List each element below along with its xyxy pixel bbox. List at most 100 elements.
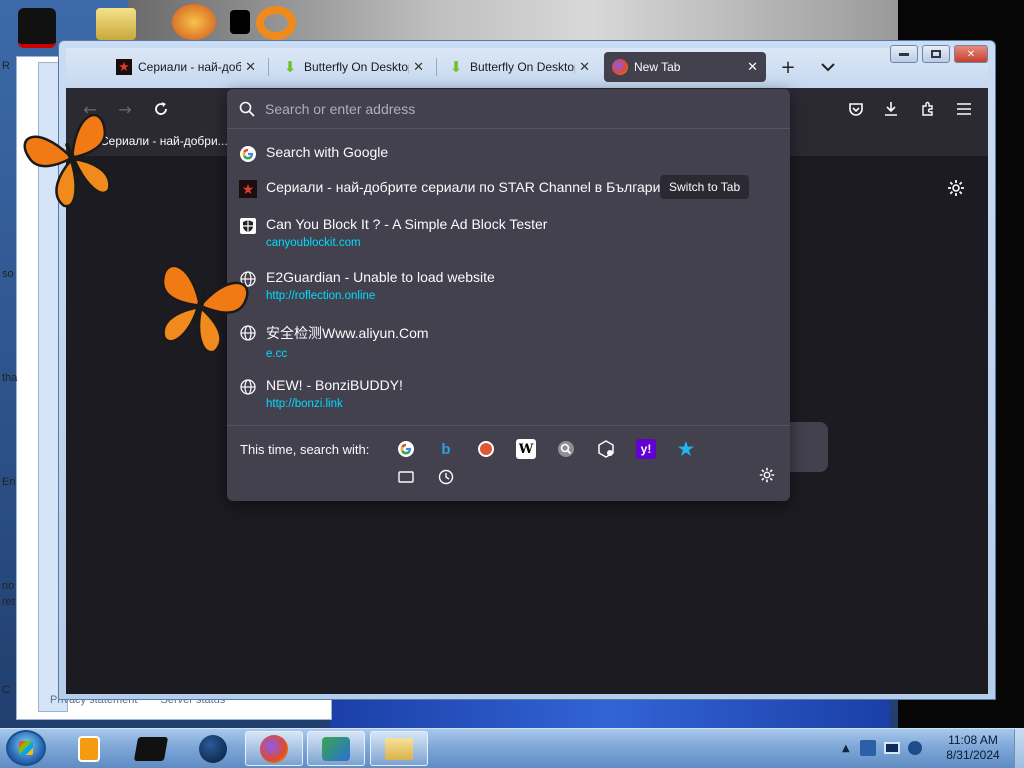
desktop-icon-black-square[interactable] — [230, 10, 250, 34]
puzzle-icon — [922, 101, 933, 116]
close-window-button[interactable]: ✕ — [954, 45, 988, 63]
engine-search-button[interactable] — [556, 439, 576, 459]
desktop-icon-black-device[interactable] — [18, 8, 56, 48]
desktop-icon-folder[interactable] — [96, 8, 136, 40]
result-bonzibuddy[interactable]: NEW! - BonziBUDDY! http://bonzi.link — [227, 377, 790, 410]
taskbar-firefox[interactable] — [245, 731, 303, 766]
yahoo-icon: y! — [640, 442, 652, 456]
engine-wikipedia-button[interactable]: W — [516, 439, 536, 459]
reload-icon — [155, 102, 167, 115]
tab-close-icon[interactable]: ✕ — [579, 59, 590, 75]
media-player-icon — [78, 735, 100, 762]
result-url: http://roflection.online — [266, 290, 376, 302]
result-title: Can You Block It ? - A Simple Ad Block T… — [266, 216, 548, 232]
urlbar-input[interactable] — [265, 100, 745, 117]
tab-seriali[interactable]: ★ Сериали - най-добр ✕ — [108, 52, 264, 82]
star-channel-icon: ★ — [239, 180, 257, 198]
tab-close-icon[interactable]: ✕ — [747, 59, 758, 75]
wikipedia-icon: W — [518, 441, 534, 457]
globe-app-icon — [199, 734, 227, 763]
bing-icon: b — [441, 440, 451, 458]
clock-date: 8/31/2024 — [946, 748, 1000, 762]
tab-butterfly-1[interactable]: ⬇ Butterfly On Desktop ✕ — [274, 52, 432, 82]
pocket-icon — [849, 103, 863, 116]
star-channel-icon: ★ — [116, 59, 132, 75]
start-button[interactable] — [6, 730, 46, 766]
taskbar-clock[interactable]: 11:08 AM 8/31/2024 — [936, 733, 1010, 763]
tab-close-icon[interactable]: ✕ — [413, 59, 424, 75]
edge-text: En — [2, 476, 16, 488]
engine-bing-button[interactable]: b — [436, 439, 456, 459]
result-title: E2Guardian - Unable to load website — [266, 269, 495, 285]
show-desktop-button[interactable] — [1014, 729, 1024, 768]
edge-text: ret — [2, 596, 15, 608]
taskbar-globe-app[interactable] — [184, 731, 242, 766]
taskbar-explorer[interactable] — [370, 731, 428, 766]
desktop-icon-orange-ring[interactable] — [256, 6, 296, 40]
engine-duckduckgo-button[interactable] — [476, 439, 496, 459]
result-canyoublockit[interactable]: Can You Block It ? - A Simple Ad Block T… — [227, 216, 790, 249]
result-search-google[interactable]: Search with Google — [227, 144, 790, 163]
google-icon — [398, 441, 414, 457]
speaker-tray-icon[interactable] — [907, 741, 922, 755]
edge-text: C — [2, 684, 10, 696]
globe-icon — [239, 378, 257, 396]
show-hidden-icons-button[interactable]: ▲ — [842, 743, 850, 754]
taskbar-users-app[interactable] — [307, 731, 365, 766]
urlbar-input-row — [227, 89, 790, 129]
desktop-wallpaper-blue — [330, 698, 890, 728]
tab-close-icon[interactable]: ✕ — [245, 59, 256, 75]
butterfly-icon[interactable] — [144, 256, 256, 356]
tab-butterfly-2[interactable]: ⬇ Butterfly On Desktop ✕ — [440, 52, 598, 82]
app-menu-button[interactable] — [953, 98, 975, 120]
monitor-tray-icon[interactable] — [883, 742, 900, 754]
tab-separator — [268, 58, 269, 76]
search-settings-button[interactable] — [758, 466, 778, 486]
network-tray-icon[interactable] — [859, 740, 876, 756]
engine-google-button[interactable] — [396, 439, 416, 459]
hamburger-menu-icon — [957, 103, 971, 115]
tab-new-tab[interactable]: New Tab ✕ — [604, 52, 766, 82]
pocket-button[interactable] — [845, 98, 867, 120]
minimize-button[interactable] — [890, 45, 918, 63]
newtab-settings-button[interactable] — [946, 178, 968, 200]
search-history-button[interactable] — [436, 467, 456, 487]
result-title: Search with Google — [266, 144, 389, 160]
tab-label: Сериали - най-добр — [138, 60, 242, 74]
extensions-button[interactable] — [917, 98, 939, 120]
butterfly-icon[interactable] — [20, 104, 124, 212]
list-all-tabs-button[interactable] — [815, 54, 841, 80]
result-aliyun[interactable]: 安全检测Www.aliyun.Com e.cc — [227, 323, 790, 360]
taskbar-black-device[interactable] — [122, 731, 180, 766]
desktop-icon-round-app[interactable] — [172, 4, 216, 40]
newtab-search-box-edge — [790, 422, 828, 472]
tab-label: Butterfly On Desktop — [470, 60, 576, 74]
edge-text: R — [2, 60, 10, 72]
switch-to-tab-badge[interactable]: Switch to Tab — [660, 175, 750, 199]
result-title: 安全检测Www.aliyun.Com — [266, 325, 429, 341]
result-url: canyoublockit.com — [266, 237, 361, 249]
tab-icon — [398, 471, 414, 483]
shield-checker-icon — [239, 217, 257, 235]
edge-text: no — [2, 580, 15, 592]
firefox-icon — [260, 734, 288, 763]
engine-star-button[interactable]: ★ — [676, 439, 696, 459]
maximize-button[interactable] — [922, 45, 950, 63]
folder-icon — [385, 737, 413, 760]
downloads-button[interactable] — [880, 98, 902, 120]
result-e2guardian[interactable]: E2Guardian - Unable to load website http… — [227, 269, 790, 302]
users-icon — [322, 736, 350, 761]
search-tabs-button[interactable] — [396, 467, 416, 487]
search-with-label: This time, search with: — [240, 442, 370, 457]
gear-icon — [759, 467, 775, 483]
system-tray: ▲ — [842, 733, 922, 763]
engine-bookmarks-button[interactable] — [596, 439, 616, 459]
new-tab-button[interactable]: + — [775, 54, 801, 80]
clock-icon — [438, 469, 454, 485]
engine-yahoo-button[interactable]: y! — [636, 439, 656, 459]
reload-button[interactable] — [150, 98, 172, 120]
result-url: e.cc — [266, 348, 288, 360]
hexagon-search-icon — [598, 440, 614, 458]
taskbar-media-player[interactable] — [60, 731, 118, 766]
tab-label: Butterfly On Desktop — [304, 60, 410, 74]
